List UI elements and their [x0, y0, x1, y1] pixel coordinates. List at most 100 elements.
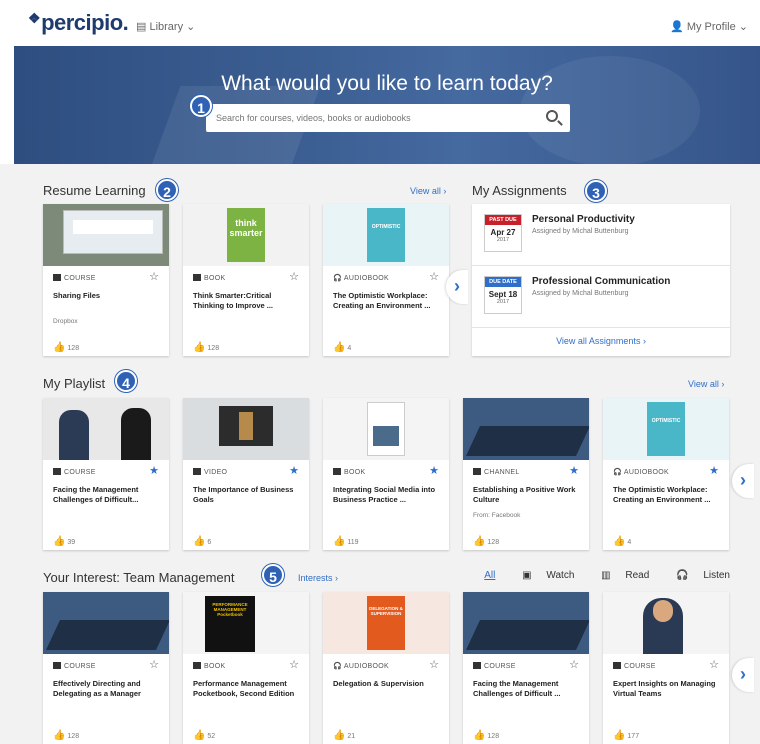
resume-next-arrow[interactable]: ›	[446, 270, 468, 304]
likes[interactable]: 👍 128	[53, 342, 79, 353]
playlist-next-arrow[interactable]: ›	[732, 464, 754, 498]
filter-read[interactable]: ▥ Read	[589, 570, 649, 581]
thumbs-up-icon: 👍	[53, 536, 66, 547]
star-icon[interactable]: ☆	[149, 658, 159, 671]
resume-card-2[interactable]: think smarter BOOK ☆ Think Smarter:Criti…	[183, 204, 309, 356]
playlist-card-4[interactable]: CHANNEL ★ Establishing a Positive Work C…	[463, 398, 589, 550]
star-icon[interactable]: ★	[289, 464, 299, 477]
book-cover: DELEGATION & SUPERVISION	[367, 596, 405, 650]
due-date-box: PAST DUE Apr 27 2017	[484, 214, 522, 252]
callout-badge-3: 3	[585, 180, 607, 202]
star-icon[interactable]: ☆	[289, 658, 299, 671]
interest-card-4[interactable]: COURSE ☆ Facing the Management Challenge…	[463, 592, 589, 744]
star-icon[interactable]: ☆	[569, 658, 579, 671]
likes-count: 128	[67, 733, 80, 740]
course-icon	[53, 468, 61, 475]
interest-card-3[interactable]: DELEGATION & SUPERVISION 🎧 AUDIOBOOK ☆ D…	[323, 592, 449, 744]
interest-card-1[interactable]: COURSE ☆ Effectively Directing and Deleg…	[43, 592, 169, 744]
card-thumbnail	[43, 204, 169, 266]
content-type-label: COURSE	[64, 663, 96, 670]
star-icon[interactable]: ☆	[289, 270, 299, 283]
user-icon: 👤	[670, 21, 684, 33]
playlist-card-5[interactable]: OPTIMISTIC 🎧 AUDIOBOOK ★ The Optimistic …	[603, 398, 729, 550]
likes-count: 4	[627, 539, 632, 546]
likes[interactable]: 👍 177	[613, 730, 639, 741]
due-date: Apr 27	[490, 228, 516, 237]
content-filters: All ▣ Watch ▥ Read 🎧 Listen	[472, 570, 730, 581]
thumbs-up-icon: 👍	[53, 342, 66, 353]
interest-card-5[interactable]: COURSE ☆ Expert Insights on Managing Vir…	[603, 592, 729, 744]
assignment-assigned-by: Assigned by Michal Buttenburg	[532, 228, 629, 235]
assignment-item[interactable]: DUE DATE Sept 18 2017 Professional Commu…	[472, 266, 730, 328]
library-menu[interactable]: ▤ Library ⌄	[136, 20, 195, 33]
content-type: VIDEO	[193, 468, 227, 476]
due-date: Sept 18	[488, 290, 518, 299]
book-cover: think smarter	[227, 208, 265, 262]
content-type: 🎧 AUDIOBOOK	[333, 274, 389, 282]
logo-mark-icon: ❖	[28, 10, 41, 26]
filter-read-label: Read	[625, 570, 650, 581]
thumbs-up-icon: 👍	[333, 730, 346, 741]
filter-watch[interactable]: ▣ Watch	[510, 570, 574, 581]
likes[interactable]: 👍 52	[193, 730, 215, 741]
star-icon[interactable]: ☆	[429, 270, 439, 283]
due-date-box: DUE DATE Sept 18 2017	[484, 276, 522, 314]
profile-menu[interactable]: 👤 My Profile ⌄	[670, 20, 748, 33]
likes-count: 21	[347, 733, 356, 740]
view-all-assignments-link[interactable]: View all Assignments ›	[472, 336, 730, 346]
content-type: BOOK	[193, 274, 225, 282]
search-input[interactable]	[206, 104, 526, 132]
search-icon[interactable]	[546, 110, 558, 122]
content-type-label: COURSE	[624, 663, 656, 670]
likes[interactable]: 👍 128	[473, 730, 499, 741]
person-image	[59, 410, 89, 460]
thumbs-up-icon: 👍	[333, 536, 346, 547]
content-type: 🎧 AUDIOBOOK	[333, 662, 389, 670]
watch-icon: ▣	[522, 570, 532, 581]
star-icon[interactable]: ☆	[429, 658, 439, 671]
content-type-label: COURSE	[64, 275, 96, 282]
library-icon: ▤	[136, 21, 147, 33]
book-cover-text: OPTIMISTIC	[371, 224, 401, 230]
content-type-label: BOOK	[204, 275, 226, 282]
likes[interactable]: 👍 128	[193, 342, 219, 353]
likes-count: 128	[487, 733, 500, 740]
likes[interactable]: 👍 119	[333, 536, 359, 547]
content-type-label: BOOK	[344, 469, 366, 476]
star-icon[interactable]: ★	[149, 464, 159, 477]
card-thumbnail	[463, 398, 589, 460]
likes[interactable]: 👍 6	[193, 536, 211, 547]
playlist-view-all-link[interactable]: View all ›	[688, 379, 724, 389]
thumbs-up-icon: 👍	[193, 730, 206, 741]
playlist-card-1[interactable]: COURSE ★ Facing the Management Challenge…	[43, 398, 169, 550]
interest-next-arrow[interactable]: ›	[732, 658, 754, 692]
star-icon[interactable]: ★	[569, 464, 579, 477]
filter-all[interactable]: All	[484, 570, 495, 581]
likes[interactable]: 👍 21	[333, 730, 355, 741]
star-icon[interactable]: ☆	[149, 270, 159, 283]
likes[interactable]: 👍 4	[333, 342, 351, 353]
my-playlist-title: My Playlist	[43, 376, 106, 391]
playlist-card-3[interactable]: BOOK ★ Integrating Social Media into Bus…	[323, 398, 449, 550]
likes[interactable]: 👍 128	[473, 536, 499, 547]
interests-link[interactable]: Interests ›	[298, 573, 338, 583]
filter-listen[interactable]: 🎧 Listen	[664, 570, 730, 581]
assignment-item[interactable]: PAST DUE Apr 27 2017 Personal Productivi…	[472, 204, 730, 266]
playlist-card-2[interactable]: VIDEO ★ The Importance of Business Goals…	[183, 398, 309, 550]
star-icon[interactable]: ★	[709, 464, 719, 477]
hero-banner: What would you like to learn today?	[14, 46, 760, 164]
resume-card-3[interactable]: OPTIMISTIC 🎧 AUDIOBOOK ☆ The Optimistic …	[323, 204, 449, 356]
main-content: Resume Learning 2 View all › COURSE ☆ Sh…	[0, 164, 760, 744]
star-icon[interactable]: ☆	[709, 658, 719, 671]
star-icon[interactable]: ★	[429, 464, 439, 477]
resume-card-1[interactable]: COURSE ☆ Sharing Files Dropbox 👍 128	[43, 204, 169, 356]
resume-view-all-link[interactable]: View all ›	[410, 186, 446, 196]
likes[interactable]: 👍 39	[53, 536, 75, 547]
interest-card-2[interactable]: PERFORMANCE MANAGEMENT Pocketbook BOOK ☆ …	[183, 592, 309, 744]
likes[interactable]: 👍 4	[613, 536, 631, 547]
percipio-logo[interactable]: ❖percipio.	[28, 10, 129, 36]
card-title: Integrating Social Media into Business P…	[333, 485, 436, 504]
library-label: Library	[149, 21, 184, 33]
card-thumbnail: PERFORMANCE MANAGEMENT Pocketbook	[183, 592, 309, 654]
likes[interactable]: 👍 128	[53, 730, 79, 741]
